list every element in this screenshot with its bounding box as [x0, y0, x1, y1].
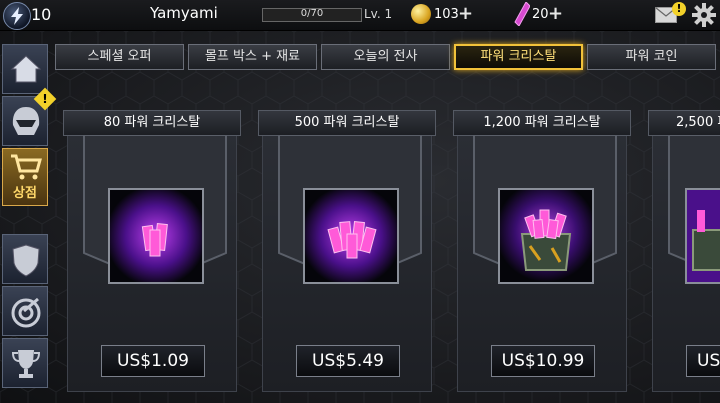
sidebar-ranger-button[interactable]: ! — [2, 87, 57, 146]
player-name: Yamyami — [150, 4, 218, 22]
buy-button[interactable]: US$5.49 — [296, 345, 400, 377]
sidebar-trophy-button[interactable] — [2, 338, 48, 388]
offer-body: US$21.99 — [652, 135, 720, 392]
add-coins-button[interactable]: + — [458, 3, 473, 24]
offer-card[interactable]: 500 파워 크리스탈 US$5.49 — [258, 110, 436, 392]
offer-title: 2,500 파워 크리스탈 — [648, 110, 720, 136]
trophy-icon — [11, 350, 41, 378]
home-icon — [10, 55, 42, 83]
tab-power-crystal[interactable]: 파워 크리스탈 — [454, 44, 583, 70]
offer-card-clip: 2,500 파워 크리스탈 US$21.99 — [648, 110, 720, 392]
ranger-alert-badge: ! — [33, 87, 57, 111]
shield-icon — [12, 244, 40, 277]
sidebar-target-button[interactable] — [2, 286, 48, 336]
offer-title: 80 파워 크리스탈 — [63, 110, 241, 136]
power-coin-icon — [411, 4, 431, 24]
top-bar: 10 Yamyami 0/70 Lv. 1 103 + 20 + ! — [0, 0, 720, 31]
add-crystals-button[interactable]: + — [548, 3, 563, 24]
buy-button[interactable]: US$1.09 — [101, 345, 205, 377]
xp-bar: 0/70 — [262, 8, 362, 22]
tab-power-coin[interactable]: 파워 코인 — [587, 44, 716, 70]
offer-card[interactable]: 1,200 파워 크리스탈 US$10.99 — [453, 110, 631, 392]
offer-body: US$1.09 — [67, 135, 237, 392]
sidebar-home-button[interactable] — [2, 44, 48, 94]
energy-value: 10 — [31, 5, 52, 24]
ranger-helmet-icon — [12, 107, 40, 135]
tab-special-offer[interactable]: 스페셜 오퍼 — [55, 44, 184, 70]
crystal-pack-image — [685, 188, 720, 284]
power-crystal-value: 20 — [532, 7, 549, 22]
player-level: Lv. 1 — [364, 7, 393, 21]
xp-text: 0/70 — [300, 8, 324, 19]
sidebar-shield-button[interactable] — [2, 234, 48, 284]
offer-title: 500 파워 크리스탈 — [258, 110, 436, 136]
target-icon — [11, 297, 41, 328]
shop-label: 상점 — [13, 186, 37, 201]
offer-body: US$5.49 — [262, 135, 432, 392]
tab-morph-box[interactable]: 몰프 박스 + 재료 — [188, 44, 317, 70]
crystal-pack-image — [303, 188, 399, 284]
offer-card[interactable]: 80 파워 크리스탈 US$1.09 — [63, 110, 241, 392]
crystal-pack-image — [498, 188, 594, 284]
power-crystal-icon — [514, 2, 530, 26]
crystal-pack-image — [108, 188, 204, 284]
tab-todays-ranger[interactable]: 오늘의 전사 — [321, 44, 450, 70]
sidebar-shop-button[interactable]: 상점 — [2, 148, 48, 206]
settings-gear-icon[interactable] — [692, 3, 716, 27]
power-coin-value: 103 — [434, 7, 459, 22]
offer-title: 1,200 파워 크리스탈 — [453, 110, 631, 136]
buy-button[interactable]: US$21.99 — [686, 345, 720, 377]
mail-alert-badge: ! — [672, 2, 686, 16]
energy-bolt-icon — [3, 2, 31, 30]
buy-button[interactable]: US$10.99 — [491, 345, 595, 377]
offer-card[interactable]: 2,500 파워 크리스탈 US$21.99 — [648, 110, 720, 392]
offer-body: US$10.99 — [457, 135, 627, 392]
cart-icon — [11, 154, 42, 180]
